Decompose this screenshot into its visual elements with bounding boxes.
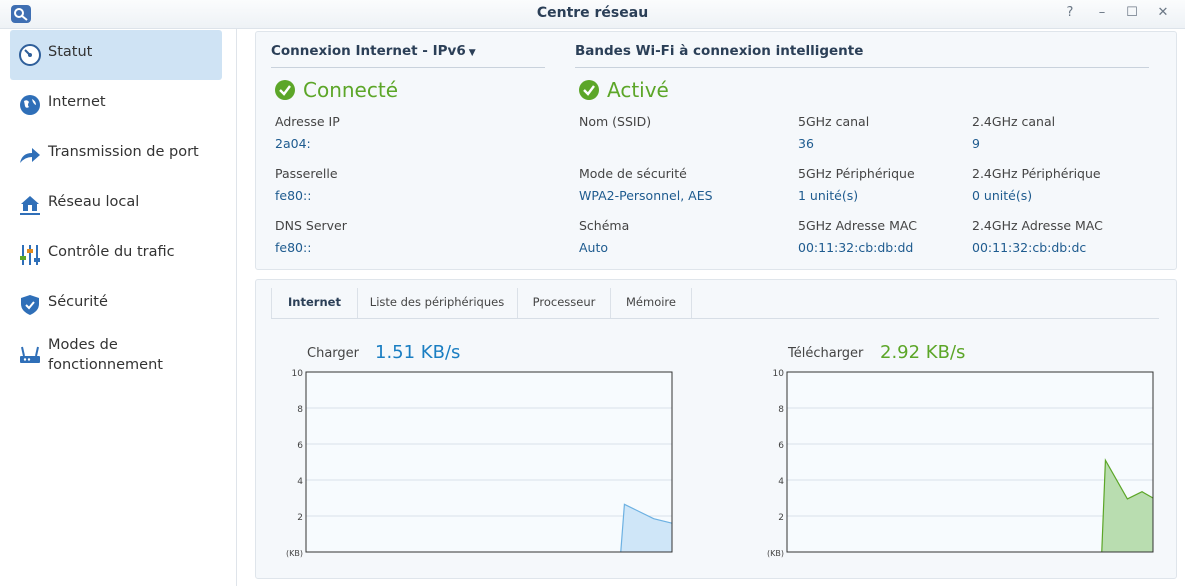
router-icon [20, 346, 40, 363]
schema-value: Auto [579, 240, 609, 255]
sidebar-item-label: Statut [48, 44, 93, 60]
y-tick-label: 4 [778, 477, 784, 487]
sidebar-item-reseau-local[interactable]: Réseau local [10, 180, 222, 230]
y-tick-label: 10 [292, 369, 304, 379]
dropdown-caret-icon: ▼ [468, 48, 476, 58]
monitor-tabs: Internet Liste des périphériques Process… [271, 288, 1159, 319]
sidebar-item-transmission-de-port[interactable]: Transmission de port [10, 130, 222, 180]
upload-label: Charger [307, 346, 359, 361]
active-check-icon [579, 80, 599, 100]
help-button[interactable]: ? [1061, 4, 1079, 22]
upload-chart: 2 4 6 8 10 (KB) [286, 369, 673, 558]
sidebar-item-label: Réseau local [48, 194, 140, 210]
y-tick-label: 6 [297, 441, 303, 451]
ip-address-value: 2a04: [275, 136, 311, 151]
mac-24ghz-value: 00:11:32:cb:db:dc [972, 240, 1087, 255]
sidebar-item-controle-du-trafic[interactable]: Contrôle du trafic [10, 230, 222, 280]
gateway-value: fe80:: [275, 188, 312, 203]
shield-icon [21, 295, 39, 315]
title-bar: Centre réseau ? – ☐ ✕ [0, 0, 1185, 29]
download-chart: 2 4 6 8 10 (KB) [767, 369, 1154, 558]
sidebar-item-label: Transmission de port [48, 144, 199, 160]
channel-24ghz-label: 2.4GHz canal [972, 114, 1056, 129]
devices-24ghz-value: 0 unité(s) [972, 188, 1033, 203]
gateway-label: Passerelle [275, 166, 338, 181]
sidebar-item-label: Contrôle du trafic [48, 244, 175, 260]
close-button[interactable]: ✕ [1154, 4, 1172, 22]
channel-24ghz-value: 9 [972, 136, 980, 151]
tab-memoire[interactable]: Mémoire [611, 288, 692, 318]
house-network-icon [20, 196, 40, 215]
tab-processeur[interactable]: Processeur [518, 288, 611, 318]
internet-section-title-text: Connexion Internet - [271, 43, 433, 59]
sliders-icon [20, 245, 40, 265]
sidebar-item-internet[interactable]: Internet [10, 80, 222, 130]
ip-address-label: Adresse IP [275, 114, 340, 129]
download-label: Télécharger [788, 346, 864, 361]
dns-value: fe80:: [275, 240, 312, 255]
mac-5ghz-label: 5GHz Adresse MAC [798, 218, 917, 233]
mac-24ghz-label: 2.4GHz Adresse MAC [972, 218, 1103, 233]
minimize-button[interactable]: – [1093, 4, 1111, 22]
schema-label: Schéma [579, 218, 630, 233]
y-tick-label: 2 [778, 513, 784, 523]
y-tick-label: 8 [778, 405, 784, 415]
y-tick-label: 4 [297, 477, 303, 487]
security-mode-value: WPA2-Personnel, AES [579, 188, 713, 203]
wifi-section-title: Bandes Wi-Fi à connexion intelligente [575, 43, 864, 59]
speedometer-icon [19, 44, 41, 66]
channel-5ghz-label: 5GHz canal [798, 114, 870, 129]
channel-5ghz-value: 36 [798, 136, 814, 151]
ssid-label: Nom (SSID) [579, 114, 652, 129]
wifi-status: Activé [607, 78, 669, 102]
sidebar-item-modes-de-fonctionnement[interactable]: Modes de fonctionnement [10, 330, 222, 380]
internet-section-divider [271, 67, 545, 68]
connected-check-icon [275, 80, 295, 100]
y-tick-label: 6 [778, 441, 784, 451]
sidebar-item-securite[interactable]: Sécurité [10, 280, 222, 330]
devices-5ghz-value: 1 unité(s) [798, 188, 859, 203]
y-tick-label: 10 [773, 369, 785, 379]
ip-mode-dropdown[interactable]: IPv6 ▼ [433, 43, 476, 59]
globe-icon [20, 95, 40, 115]
sidebar-item-label: Internet [48, 94, 106, 110]
dns-label: DNS Server [275, 218, 347, 233]
maximize-button[interactable]: ☐ [1123, 4, 1141, 22]
mac-5ghz-value: 00:11:32:cb:db:dd [798, 240, 914, 255]
sidebar-item-label: Sécurité [48, 294, 108, 310]
y-axis-unit-label: (KB) [286, 549, 303, 558]
wifi-section-divider [575, 67, 1149, 68]
window-title: Centre réseau [536, 5, 649, 21]
plot-area [305, 371, 673, 553]
security-mode-label: Mode de sécurité [579, 166, 687, 181]
upload-rate: 1.51 KB/s [375, 342, 461, 363]
download-rate: 2.92 KB/s [880, 342, 966, 363]
internet-section-title: Connexion Internet - IPv6 ▼ [271, 43, 476, 59]
internet-status: Connecté [303, 78, 398, 102]
tab-internet[interactable]: Internet [271, 288, 358, 318]
forward-arrow-icon [20, 148, 40, 163]
sidebar: Statut Internet Transmission de port Rés… [0, 29, 237, 586]
y-tick-label: 2 [297, 513, 303, 523]
sidebar-item-label: Modes de fonctionnement [48, 337, 163, 373]
devices-5ghz-label: 5GHz Périphérique [798, 166, 915, 181]
sidebar-item-statut[interactable]: Statut [10, 30, 222, 80]
y-axis-unit-label: (KB) [767, 549, 784, 558]
ip-mode-value: IPv6 [432, 43, 466, 59]
plot-area [786, 371, 1154, 553]
devices-24ghz-label: 2.4GHz Périphérique [972, 166, 1101, 181]
tab-liste-des-peripheriques[interactable]: Liste des périphériques [357, 288, 518, 318]
y-tick-label: 8 [297, 405, 303, 415]
